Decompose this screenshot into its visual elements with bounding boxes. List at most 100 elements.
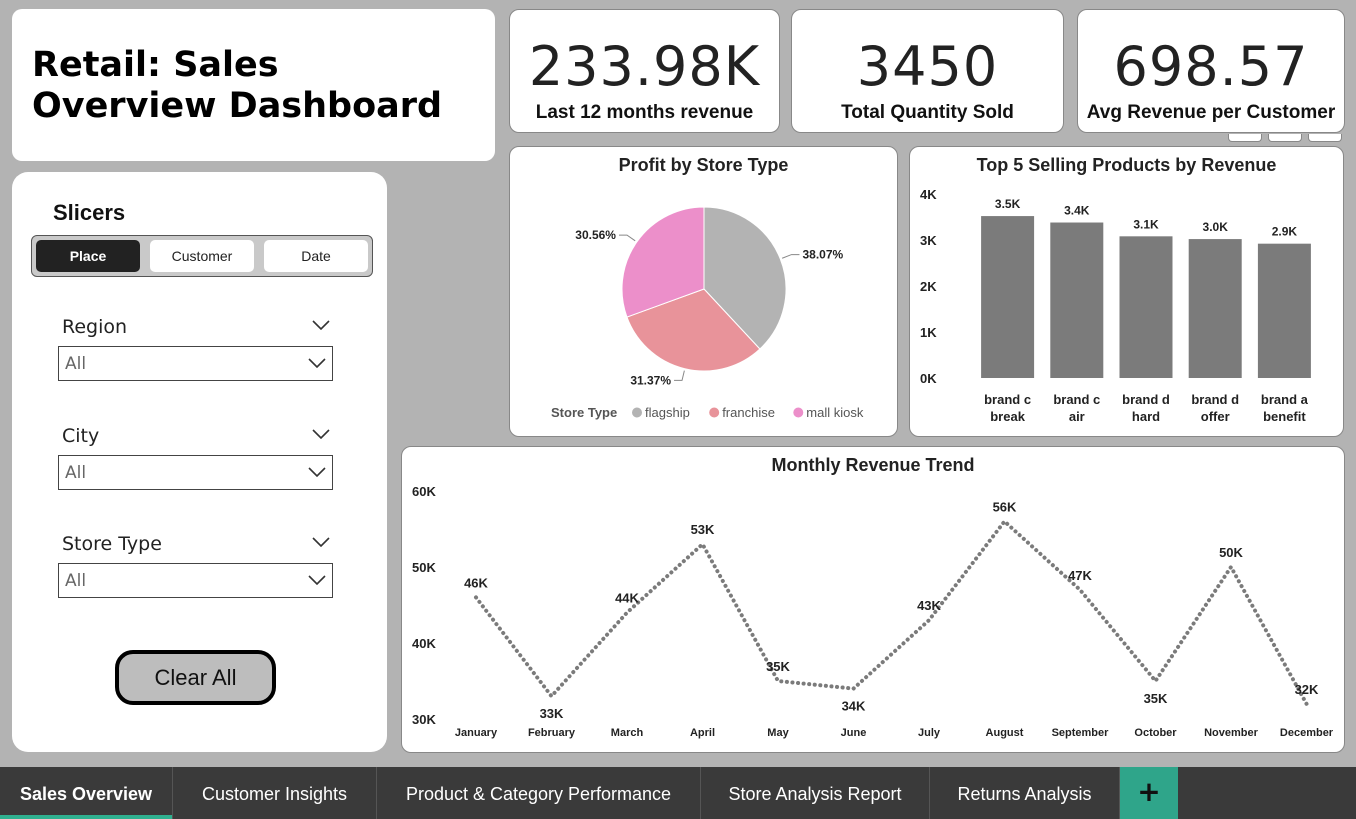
tab-product-category-performance[interactable]: Product & Category Performance xyxy=(377,767,701,819)
x-tick-label: brand a xyxy=(1261,392,1309,407)
chevron-down-icon[interactable] xyxy=(312,429,330,439)
chevron-down-icon xyxy=(308,467,326,477)
legend-swatch xyxy=(709,407,720,418)
title-card: Retail: Sales Overview Dashboard xyxy=(12,9,495,161)
pie-leader-line xyxy=(618,234,636,242)
bar[interactable] xyxy=(1257,243,1311,378)
x-tick-label: January xyxy=(455,727,498,739)
x-tick-label: brand d xyxy=(1191,392,1239,407)
y-tick-label: 3K xyxy=(920,233,937,248)
segment-date-button[interactable]: Date xyxy=(264,240,368,272)
line-chart-svg: 30K 40K 50K 60K 46K January 33K February 44K Marc… xyxy=(412,484,1334,739)
pie-data-label: 38.07% xyxy=(802,248,843,262)
legend-entry-mall-kiosk[interactable]: mall kiosk xyxy=(806,405,864,420)
kpi-card-revenue: 233.98K Last 12 months revenue xyxy=(509,9,780,133)
slicers-panel: Slicers Place Customer Date Region All C… xyxy=(12,172,387,752)
bar[interactable] xyxy=(1188,239,1242,378)
page-title: Retail: Sales Overview Dashboard xyxy=(32,45,443,126)
line-data-label: 43K xyxy=(917,598,941,613)
pie-chart-svg: 38.07% 31.37% 30.56% Store Type flagship fran… xyxy=(551,206,864,420)
line-data-label: 32K xyxy=(1295,682,1319,697)
y-tick-label: 2K xyxy=(920,279,937,294)
x-tick-label: December xyxy=(1280,727,1334,739)
bar[interactable] xyxy=(981,216,1035,378)
store-type-dropdown[interactable]: All xyxy=(58,563,333,598)
x-tick-label: brand c xyxy=(1053,392,1100,407)
x-tick-label: April xyxy=(690,727,715,739)
visual-focus-icon[interactable] xyxy=(1268,134,1302,142)
line-data-label: 56K xyxy=(993,499,1017,514)
segment-customer-button[interactable]: Customer xyxy=(150,240,254,272)
visual-menu-icon[interactable] xyxy=(1228,134,1262,142)
chevron-down-icon[interactable] xyxy=(312,320,330,330)
top-products-chart: Top 5 Selling Products by Revenue 0K 1K 2K… xyxy=(909,146,1344,437)
x-tick-label: October xyxy=(1134,727,1177,739)
chevron-down-icon xyxy=(308,358,326,368)
x-tick-label: February xyxy=(528,727,576,739)
pie-data-label: 31.37% xyxy=(630,373,671,387)
y-tick-label: 30K xyxy=(412,712,436,727)
x-tick-label: hard xyxy=(1132,409,1160,424)
legend-title: Store Type xyxy=(551,405,617,420)
bar-chart-svg: 0K 1K 2K 3K 4K 3.5K brand c break 3.4K brand c air… xyxy=(920,187,1311,424)
pie-data-label: 30.56% xyxy=(575,228,616,242)
x-tick-label: brand d xyxy=(1122,392,1170,407)
bar-data-label: 2.9K xyxy=(1272,225,1298,239)
x-tick-label: November xyxy=(1204,727,1259,739)
line-data-label: 34K xyxy=(842,699,866,714)
region-label: Region xyxy=(62,316,128,338)
tab-customer-insights[interactable]: Customer Insights xyxy=(173,767,377,819)
y-tick-label: 40K xyxy=(412,636,436,651)
chevron-down-icon[interactable] xyxy=(312,537,330,547)
line-data-label: 47K xyxy=(1068,568,1092,583)
kpi-value: 233.98K xyxy=(528,35,761,98)
y-tick-label: 50K xyxy=(412,560,436,575)
x-tick-label: August xyxy=(986,727,1024,739)
bar[interactable] xyxy=(1119,236,1173,378)
legend-entry-flagship[interactable]: flagship xyxy=(645,405,690,420)
city-dropdown[interactable]: All xyxy=(58,455,333,490)
clear-all-button[interactable]: Clear All xyxy=(115,650,276,705)
bar-data-label: 3.1K xyxy=(1133,217,1159,231)
line-data-label: 53K xyxy=(691,522,715,537)
visual-more-icon[interactable] xyxy=(1308,134,1342,142)
x-tick-label: September xyxy=(1052,727,1110,739)
slicers-heading: Slicers xyxy=(53,200,126,225)
pie-leader-line xyxy=(674,370,685,381)
tab-returns-analysis[interactable]: Returns Analysis xyxy=(930,767,1120,819)
store-type-label: Store Type xyxy=(62,533,162,555)
x-tick-label: break xyxy=(990,409,1025,424)
profit-by-store-type-chart: Profit by Store Type 38.07% 31.37% 30.56% S… xyxy=(509,146,898,437)
x-tick-label: June xyxy=(841,727,867,739)
revenue-line[interactable] xyxy=(474,518,1309,706)
segment-place-button[interactable]: Place xyxy=(36,240,140,272)
kpi-card-avg-revenue: 698.57 Avg Revenue per Customer xyxy=(1077,9,1345,133)
x-tick-label: benefit xyxy=(1263,409,1306,424)
bar-data-label: 3.0K xyxy=(1203,220,1229,234)
bar-data-label: 3.4K xyxy=(1064,204,1090,218)
y-tick-label: 60K xyxy=(412,484,436,499)
legend-swatch xyxy=(632,407,642,418)
line-data-label: 33K xyxy=(540,706,564,721)
kpi-value: 698.57 xyxy=(1113,35,1309,98)
kpi-card-quantity: 3450 Total Quantity Sold xyxy=(791,9,1064,133)
slicer-segment-control: Place Customer Date xyxy=(31,235,373,277)
kpi-label: Last 12 months revenue xyxy=(535,102,754,123)
tab-sales-overview[interactable]: Sales Overview xyxy=(0,767,173,819)
x-tick-label: brand c xyxy=(984,392,1031,407)
visual-header-icons xyxy=(1228,134,1342,142)
kpi-label: Total Quantity Sold xyxy=(841,102,1014,123)
line-data-label: 50K xyxy=(1219,545,1243,560)
tab-store-analysis-report[interactable]: Store Analysis Report xyxy=(701,767,930,819)
chevron-down-icon xyxy=(308,575,326,585)
x-tick-label: July xyxy=(918,727,941,739)
dropdown-value: All xyxy=(65,463,87,483)
kpi-value: 3450 xyxy=(856,35,999,98)
bar[interactable] xyxy=(1050,222,1104,378)
add-page-button[interactable]: + xyxy=(1120,767,1178,819)
legend-entry-franchise[interactable]: franchise xyxy=(722,405,775,420)
y-tick-label: 0K xyxy=(920,371,937,386)
y-tick-label: 1K xyxy=(920,325,937,340)
region-dropdown[interactable]: All xyxy=(58,346,333,381)
dropdown-value: All xyxy=(65,354,87,374)
